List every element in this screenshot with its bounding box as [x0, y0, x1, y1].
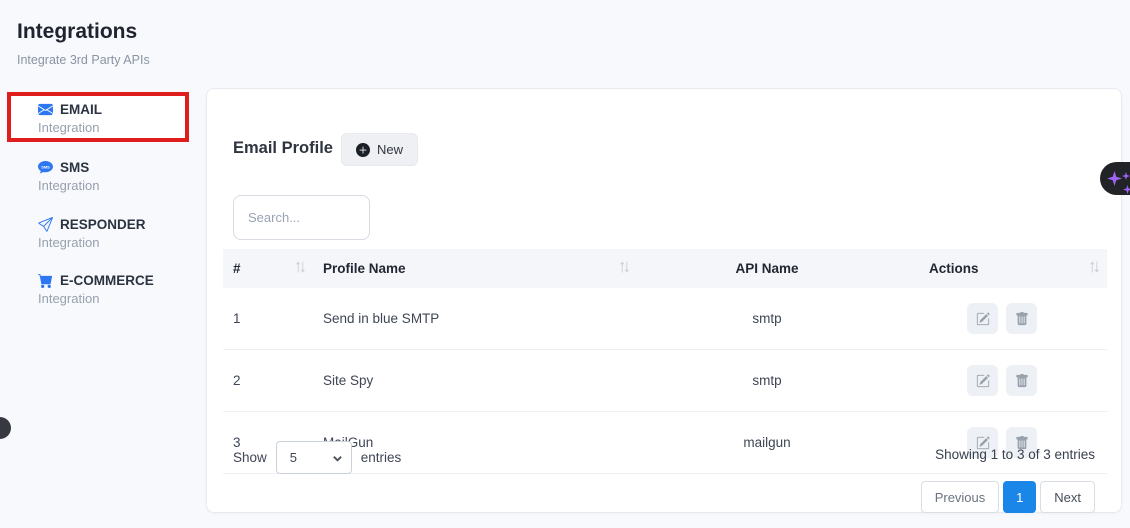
sparkle-icon	[1107, 171, 1122, 186]
table-row: 2 Site Spy smtp	[223, 350, 1107, 412]
delete-button[interactable]	[1006, 303, 1037, 334]
page-length-control: Show 5 entries	[233, 441, 401, 474]
edit-icon	[976, 374, 990, 388]
sort-icon	[1089, 260, 1100, 274]
sidebar-item-sublabel: Integration	[38, 291, 154, 306]
sidebar-item-sublabel: Integration	[38, 178, 99, 193]
sparkle-icon	[1123, 181, 1130, 190]
page-subtitle: Integrate 3rd Party APIs	[17, 53, 150, 67]
column-header-profile-name[interactable]: Profile Name	[313, 249, 637, 288]
entries-label: entries	[361, 450, 402, 465]
column-header-num[interactable]: #	[223, 249, 313, 288]
sidebar-item-sublabel: Integration	[38, 235, 146, 250]
new-button-label: New	[377, 142, 403, 157]
column-header-actions[interactable]: Actions	[897, 249, 1107, 288]
email-profile-panel: Email Profile New # Profile Name API Nam…	[206, 88, 1122, 513]
column-header-api-name[interactable]: API Name	[637, 249, 897, 288]
previous-page-button[interactable]: Previous	[921, 481, 1000, 513]
edit-button[interactable]	[967, 365, 998, 396]
shopping-cart-icon	[38, 273, 53, 288]
api-name-cell: smtp	[637, 288, 897, 350]
table-header-row: # Profile Name API Name Actions	[223, 249, 1107, 288]
edit-button[interactable]	[967, 303, 998, 334]
table-row: 1 Send in blue SMTP smtp	[223, 288, 1107, 350]
api-name-cell: mailgun	[637, 412, 897, 474]
edit-icon	[976, 312, 990, 326]
profile-name-cell: Site Spy	[313, 350, 637, 412]
paper-plane-icon	[38, 217, 53, 232]
sidebar-item-label: RESPONDER	[60, 217, 146, 232]
row-number: 1	[223, 288, 313, 350]
envelope-icon	[38, 102, 53, 117]
sidebar-item-sms[interactable]: SMS SMS Integration	[38, 160, 99, 193]
trash-icon	[1015, 312, 1029, 326]
trash-icon	[1015, 374, 1029, 388]
sidebar-item-ecommerce[interactable]: E-COMMERCE Integration	[38, 273, 154, 306]
show-label: Show	[233, 450, 267, 465]
integrations-sidebar: EMAIL Integration SMS SMS Integration RE…	[0, 88, 206, 528]
sidebar-item-sublabel: Integration	[38, 120, 102, 135]
search-input[interactable]	[233, 195, 370, 240]
api-name-cell: smtp	[637, 350, 897, 412]
sort-icon	[619, 260, 630, 274]
sms-bubble-icon: SMS	[38, 160, 53, 175]
next-page-button[interactable]: Next	[1040, 481, 1095, 513]
new-profile-button[interactable]: New	[341, 133, 418, 166]
svg-text:SMS: SMS	[41, 164, 50, 169]
delete-button[interactable]	[1006, 365, 1037, 396]
current-page-button[interactable]: 1	[1003, 481, 1036, 513]
sidebar-item-email[interactable]: EMAIL Integration	[38, 102, 102, 135]
page-title: Integrations	[17, 20, 137, 44]
ai-sparkle-button[interactable]	[1100, 162, 1130, 195]
sidebar-item-responder[interactable]: RESPONDER Integration	[38, 217, 146, 250]
row-number: 2	[223, 350, 313, 412]
plus-circle-icon	[356, 143, 370, 157]
sparkle-icon	[1122, 167, 1130, 175]
profile-name-cell: Send in blue SMTP	[313, 288, 637, 350]
sidebar-item-label: E-COMMERCE	[60, 273, 154, 288]
sidebar-item-label: EMAIL	[60, 102, 102, 117]
sidebar-item-label: SMS	[60, 160, 89, 175]
panel-heading: Email Profile	[233, 139, 333, 158]
entries-per-page-select[interactable]: 5	[276, 441, 352, 474]
sort-icon	[295, 260, 306, 274]
table-info-text: Showing 1 to 3 of 3 entries	[935, 447, 1095, 462]
pagination: Previous 1 Next	[921, 481, 1095, 513]
